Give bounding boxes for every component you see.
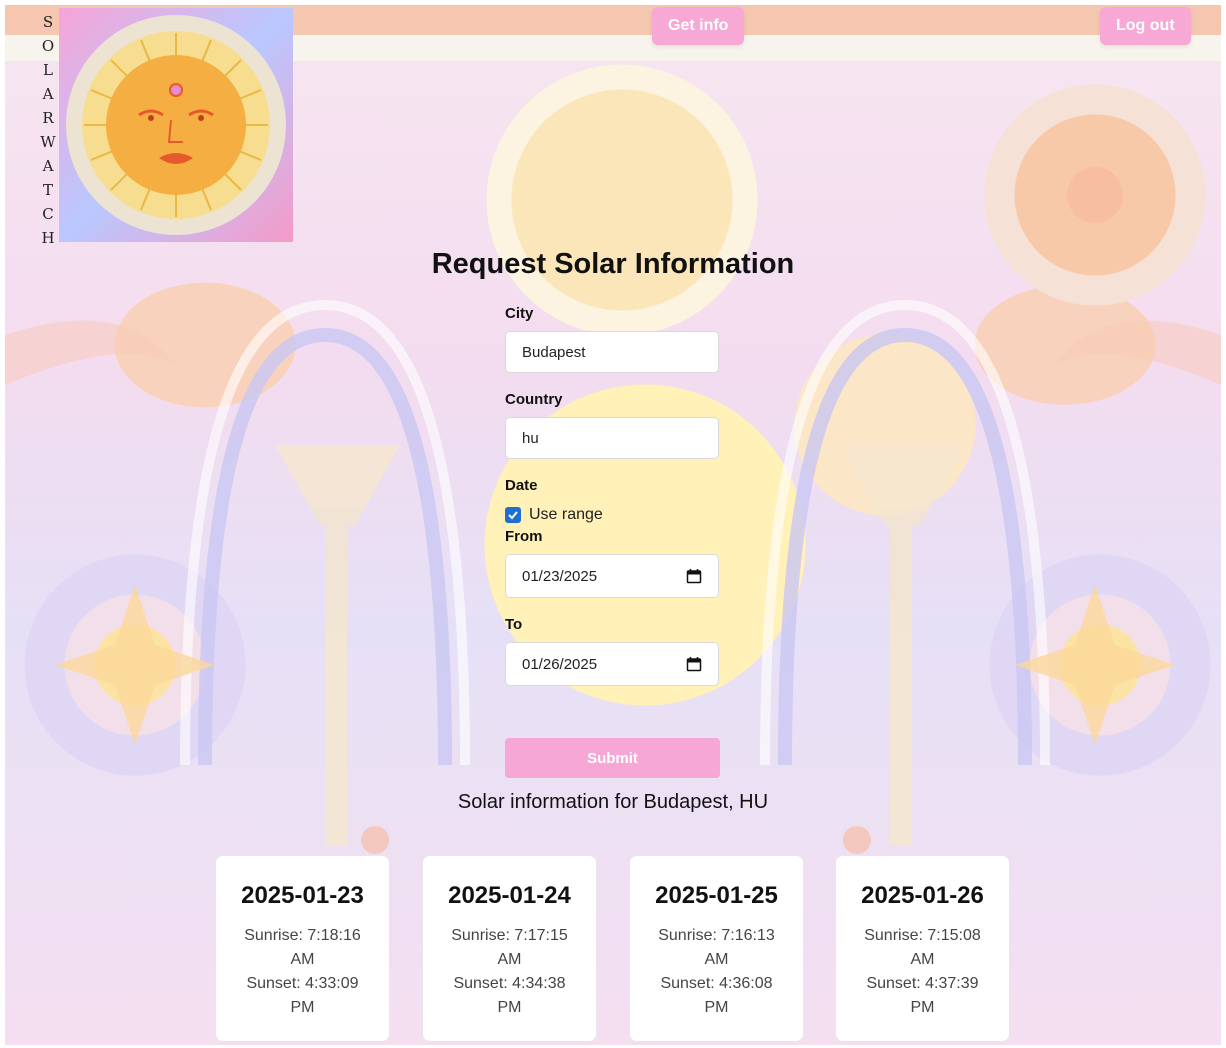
day-card: 2025-01-24 Sunrise: 7:17:15 AM Sunset: 4…: [422, 855, 597, 1042]
card-date: 2025-01-23: [241, 882, 364, 909]
page-title: Request Solar Information: [431, 248, 795, 280]
from-label: From: [505, 528, 543, 545]
brand-letter: L: [43, 61, 53, 79]
from-date-value: 01/23/2025: [522, 567, 598, 585]
brand-letter: S: [42, 13, 54, 31]
card-sunset: Sunset: 4:36:08 PM: [660, 975, 773, 1016]
brand-letter: A: [42, 85, 54, 103]
card-date: 2025-01-25: [655, 882, 778, 909]
app-window: Get info Log out S O L A R W A T C H Req…: [5, 5, 1221, 1045]
brand-letter: R: [42, 109, 54, 127]
brand-letter: A: [42, 157, 54, 175]
calendar-icon[interactable]: [686, 656, 702, 672]
city-input[interactable]: Budapest: [505, 331, 719, 373]
date-label: Date: [505, 477, 538, 494]
city-label: City: [505, 305, 534, 322]
calendar-icon[interactable]: [686, 568, 702, 584]
card-sunrise: Sunrise: 7:15:08 AM: [864, 927, 981, 968]
use-range-row[interactable]: Use range: [505, 506, 721, 524]
results-title: Solar information for Budapest, HU: [457, 791, 769, 813]
to-date-value: 01/26/2025: [522, 655, 598, 673]
country-input[interactable]: hu: [505, 417, 719, 459]
solar-request-form: City Budapest Country hu Date Use range …: [505, 305, 721, 686]
get-info-button[interactable]: Get info: [652, 7, 745, 45]
card-sunrise: Sunrise: 7:17:15 AM: [451, 927, 568, 968]
log-out-button[interactable]: Log out: [1100, 7, 1191, 45]
card-sunrise: Sunrise: 7:16:13 AM: [658, 927, 775, 968]
sun-face-logo[interactable]: [59, 8, 293, 242]
submit-button[interactable]: Submit: [505, 738, 720, 778]
country-label: Country: [505, 391, 563, 408]
from-date-input[interactable]: 01/23/2025: [505, 554, 719, 598]
card-date: 2025-01-24: [448, 882, 571, 909]
brand-letter: H: [41, 229, 55, 247]
day-card: 2025-01-23 Sunrise: 7:18:16 AM Sunset: 4…: [215, 855, 390, 1042]
card-sunset: Sunset: 4:33:09 PM: [246, 975, 359, 1016]
day-card: 2025-01-25 Sunrise: 7:16:13 AM Sunset: 4…: [629, 855, 804, 1042]
country-input-value: hu: [522, 429, 539, 447]
city-input-value: Budapest: [522, 343, 586, 361]
day-card: 2025-01-26 Sunrise: 7:15:08 AM Sunset: 4…: [835, 855, 1010, 1042]
card-date: 2025-01-26: [861, 882, 984, 909]
brand-letters: S O L A R W A T C H: [40, 10, 56, 250]
brand-letter: W: [40, 133, 56, 151]
card-sunset: Sunset: 4:37:39 PM: [866, 975, 979, 1016]
use-range-checkbox[interactable]: [505, 507, 521, 523]
card-sunrise: Sunrise: 7:18:16 AM: [244, 927, 361, 968]
to-label: To: [505, 616, 523, 633]
use-range-label: Use range: [529, 506, 603, 523]
checkmark-icon: [508, 511, 518, 520]
brand-letter: C: [42, 205, 54, 223]
to-date-input[interactable]: 01/26/2025: [505, 642, 719, 686]
brand-letter: O: [41, 37, 55, 55]
card-sunset: Sunset: 4:34:38 PM: [453, 975, 566, 1016]
brand-letter: T: [42, 181, 53, 199]
